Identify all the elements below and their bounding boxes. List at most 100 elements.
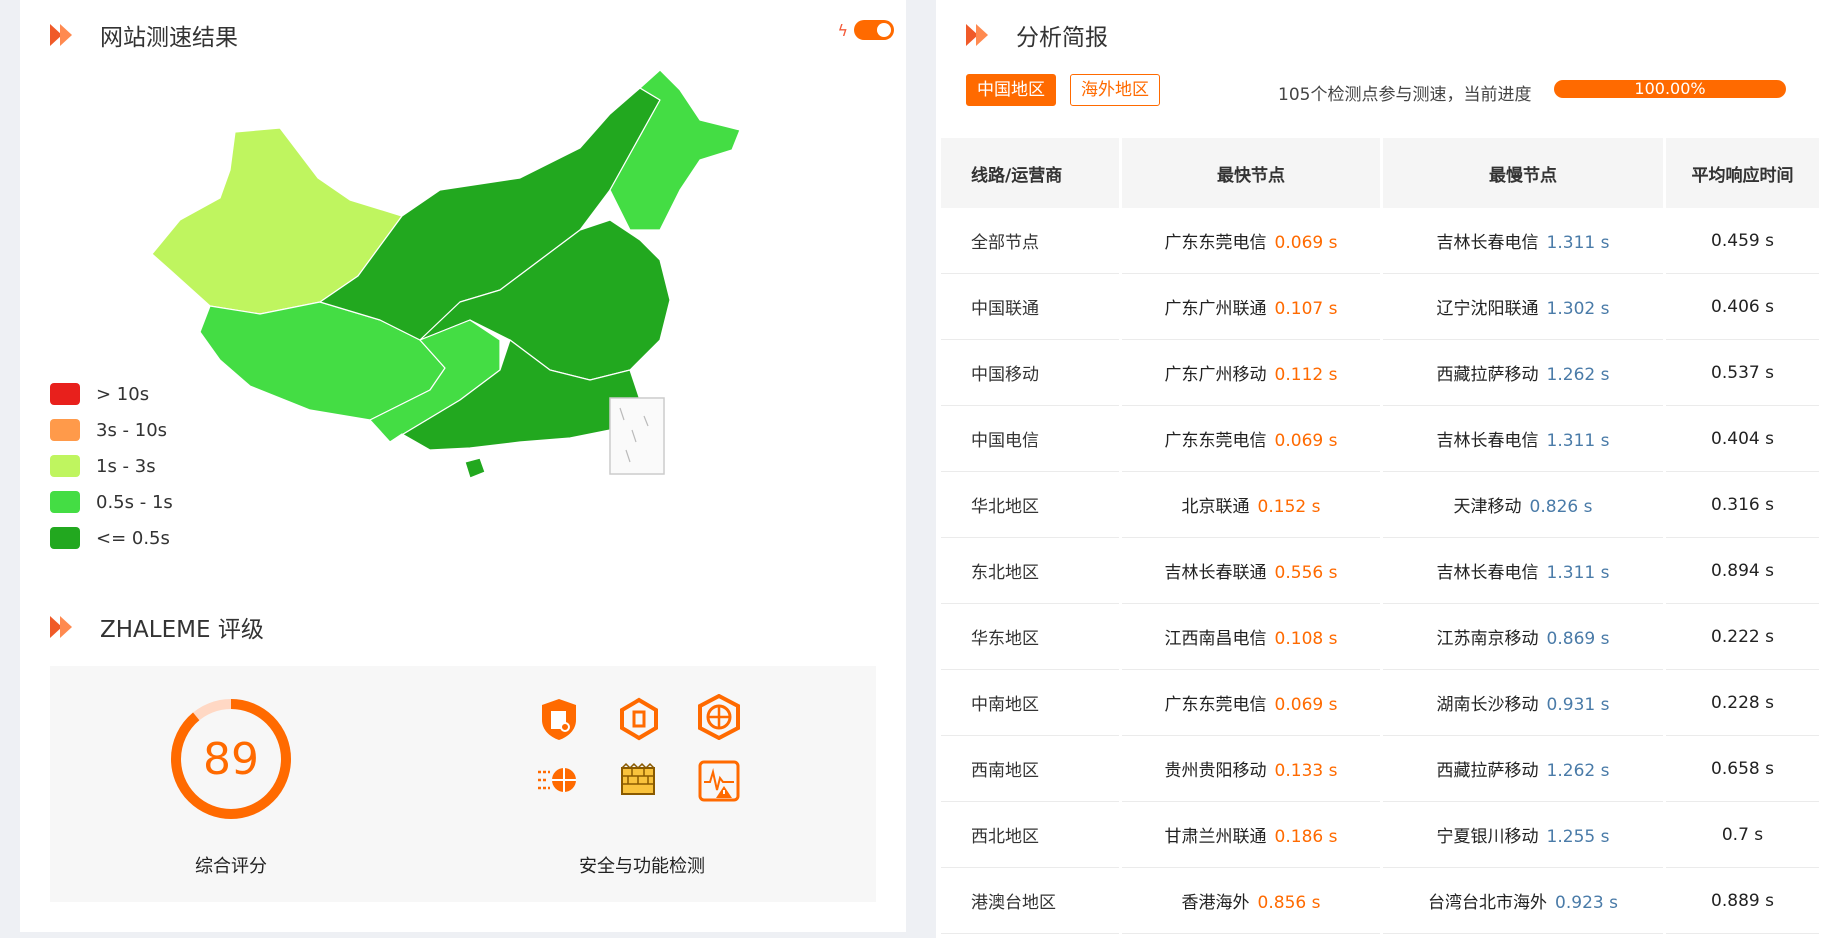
table-row[interactable]: 华北地区 北京联通 0.152 s 天津移动 0.826 s 0.316 s [941, 472, 1819, 538]
slowest-node: 辽宁沈阳联通 [1436, 299, 1539, 319]
legend-item[interactable]: 1s - 3s [50, 448, 173, 484]
fastest-node: 甘肃兰州联通 [1164, 827, 1267, 847]
row-fastest-cell: 北京联通 0.152 s [1122, 472, 1380, 538]
score-ring[interactable]: 89 [168, 696, 294, 822]
tab-china[interactable]: 中国地区 [966, 74, 1056, 106]
row-slowest-cell: 吉林长春电信 1.311 s [1383, 208, 1663, 274]
row-average: 0.537 s [1666, 340, 1819, 406]
row-slowest-cell: 吉林长春电信 1.311 s [1383, 406, 1663, 472]
legend-label: 0.5s - 1s [96, 491, 173, 513]
legend-swatch [50, 527, 80, 549]
legend-swatch [50, 419, 80, 441]
lightning-icon: ϟ [837, 20, 848, 40]
firewall-icon[interactable] [616, 758, 662, 804]
slowest-time: 0.826 s [1529, 497, 1593, 517]
monitor-alert-icon[interactable] [696, 758, 742, 804]
legend-item[interactable]: 3s - 10s [50, 412, 173, 448]
cdn-hexagon-icon[interactable] [616, 696, 662, 742]
table-row[interactable]: 东北地区 吉林长春联通 0.556 s 吉林长春电信 1.311 s 0.894 s [941, 538, 1819, 604]
slowest-node: 吉林长春电信 [1436, 563, 1539, 583]
globe-hexagon-icon[interactable] [696, 694, 742, 740]
fastest-node: 广东东莞电信 [1164, 695, 1267, 715]
col-header-line: 线路/运营商 [941, 138, 1119, 208]
row-fastest-cell: 江西南昌电信 0.108 s [1122, 604, 1380, 670]
table-row[interactable]: 中国移动 广东广州移动 0.112 s 西藏拉萨移动 1.262 s 0.537 s [941, 340, 1819, 406]
slowest-time: 0.923 s [1555, 893, 1618, 913]
slowest-time: 1.262 s [1546, 365, 1610, 385]
row-slowest-cell: 宁夏银川移动 1.255 s [1383, 802, 1663, 868]
table-row[interactable]: 中国联通 广东广州联通 0.107 s 辽宁沈阳联通 1.302 s 0.406 s [941, 274, 1819, 340]
row-average: 0.222 s [1666, 604, 1819, 670]
fastest-time: 0.069 s [1274, 233, 1338, 253]
analysis-title: 分析简报 [1016, 25, 1108, 51]
row-slowest-cell: 湖南长沙移动 0.931 s [1383, 670, 1663, 736]
row-line-name: 西北地区 [941, 802, 1119, 868]
row-fastest-cell: 广东广州联通 0.107 s [1122, 274, 1380, 340]
slowest-time: 1.311 s [1546, 233, 1610, 253]
row-line-name: 中国移动 [941, 340, 1119, 406]
fastest-node: 北京联通 [1181, 497, 1250, 517]
col-header-average: 平均响应时间 [1666, 138, 1819, 208]
row-fastest-cell: 广东东莞电信 0.069 s [1122, 670, 1380, 736]
row-slowest-cell: 西藏拉萨移动 1.262 s [1383, 736, 1663, 802]
col-header-fastest: 最快节点 [1122, 138, 1380, 208]
fastest-time: 0.133 s [1274, 761, 1338, 781]
slowest-node: 江苏南京移动 [1436, 629, 1539, 649]
analysis-header: 分析简报 [964, 18, 1108, 52]
slowest-node: 天津移动 [1453, 497, 1522, 517]
table-row[interactable]: 全部节点 广东东莞电信 0.069 s 吉林长春电信 1.311 s 0.459 s [941, 208, 1819, 274]
row-slowest-cell: 吉林长春电信 1.311 s [1383, 538, 1663, 604]
progress-value: 100.00% [1634, 79, 1706, 98]
fastest-time: 0.556 s [1274, 563, 1338, 583]
legend-label: 3s - 10s [96, 419, 168, 441]
fastest-node: 广东东莞电信 [1164, 233, 1267, 253]
tab-overseas[interactable]: 海外地区 [1070, 74, 1160, 106]
double-arrow-icon [50, 24, 72, 46]
slowest-node: 西藏拉萨移动 [1436, 365, 1539, 385]
row-fastest-cell: 广东广州移动 0.112 s [1122, 340, 1380, 406]
legend-item[interactable]: > 10s [50, 376, 173, 412]
table-row[interactable]: 华东地区 江西南昌电信 0.108 s 江苏南京移动 0.869 s 0.222 s [941, 604, 1819, 670]
fastest-node: 香港海外 [1181, 893, 1250, 913]
speed-result-title: 网站测速结果 [100, 25, 238, 51]
legend-swatch [50, 383, 80, 405]
speed-globe-icon[interactable] [536, 758, 582, 804]
row-fastest-cell: 香港海外 0.856 s [1122, 868, 1380, 934]
speed-result-header: 网站测速结果 [48, 18, 238, 52]
slowest-time: 1.311 s [1546, 563, 1610, 583]
table-row[interactable]: 西南地区 贵州贵阳移动 0.133 s 西藏拉萨移动 1.262 s 0.658 s [941, 736, 1819, 802]
row-slowest-cell: 辽宁沈阳联通 1.302 s [1383, 274, 1663, 340]
legend-item[interactable]: 0.5s - 1s [50, 484, 173, 520]
south-china-sea-inset [609, 397, 665, 475]
row-average: 0.406 s [1666, 274, 1819, 340]
table-row[interactable]: 港澳台地区 香港海外 0.856 s 台湾台北市海外 0.923 s 0.889 s [941, 868, 1819, 934]
table-row[interactable]: 西北地区 甘肃兰州联通 0.186 s 宁夏银川移动 1.255 s 0.7 s [941, 802, 1819, 868]
legend-swatch [50, 455, 80, 477]
slowest-time: 0.869 s [1546, 629, 1610, 649]
row-fastest-cell: 广东东莞电信 0.069 s [1122, 406, 1380, 472]
row-average: 0.894 s [1666, 538, 1819, 604]
fastest-node: 广东广州联通 [1164, 299, 1267, 319]
slowest-node: 吉林长春电信 [1436, 431, 1539, 451]
fastest-time: 0.152 s [1257, 497, 1321, 517]
table-row[interactable]: 中南地区 广东东莞电信 0.069 s 湖南长沙移动 0.931 s 0.228 s [941, 670, 1819, 736]
table-row[interactable]: 中国电信 广东东莞电信 0.069 s 吉林长春电信 1.311 s 0.404 s [941, 406, 1819, 472]
table-header-row: 线路/运营商 最快节点 最慢节点 平均响应时间 [941, 138, 1819, 208]
col-header-slowest: 最慢节点 [1383, 138, 1663, 208]
legend-item[interactable]: <= 0.5s [50, 520, 173, 556]
speed-result-panel: 网站测速结果 ϟ > 10s 3s - 10s 1s - 3s 0.5s - 1… [20, 0, 906, 932]
row-line-name: 中国电信 [941, 406, 1119, 472]
row-average: 0.459 s [1666, 208, 1819, 274]
slowest-node: 吉林长春电信 [1436, 233, 1539, 253]
slowest-time: 1.262 s [1546, 761, 1610, 781]
realtime-toggle[interactable]: ϟ [837, 20, 894, 40]
rating-box: 89 综合评分 安全与功能检测 [50, 666, 876, 902]
slowest-node: 宁夏银川移动 [1436, 827, 1539, 847]
double-arrow-icon [966, 24, 988, 46]
rating-header: ZHALEME 评级 [48, 610, 264, 644]
security-shield-doc-icon[interactable] [536, 696, 582, 742]
toggle-switch[interactable] [854, 20, 894, 40]
fastest-time: 0.856 s [1257, 893, 1321, 913]
legend-label: <= 0.5s [96, 527, 170, 549]
row-average: 0.889 s [1666, 868, 1819, 934]
